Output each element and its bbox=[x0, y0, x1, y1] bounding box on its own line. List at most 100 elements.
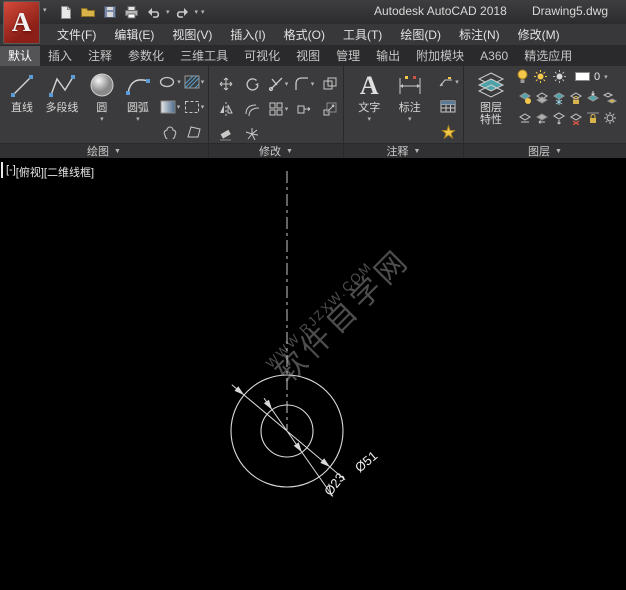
viewport-visual-style-control[interactable]: [二维线框] bbox=[44, 164, 94, 180]
boundary-dropdown-arrow[interactable]: ▾ bbox=[201, 103, 205, 111]
match-layer-button[interactable] bbox=[601, 88, 618, 108]
layer-walk-button[interactable] bbox=[516, 108, 533, 128]
tab-default[interactable]: 默认 bbox=[0, 46, 40, 66]
tab-parametric[interactable]: 参数化 bbox=[120, 46, 172, 66]
circle-dropdown-arrow[interactable]: ▾ bbox=[100, 114, 104, 126]
layer-previous-button[interactable] bbox=[533, 108, 550, 128]
redo-button[interactable] bbox=[173, 3, 192, 22]
text-dropdown-arrow[interactable]: ▾ bbox=[367, 114, 371, 126]
menu-format[interactable]: 格式(O) bbox=[275, 24, 334, 46]
tab-view[interactable]: 视图 bbox=[288, 46, 328, 66]
tab-3d-tools[interactable]: 三维工具 bbox=[172, 46, 236, 66]
application-menu-arrow[interactable]: ▾ bbox=[43, 6, 47, 14]
layer-lock-button[interactable] bbox=[567, 88, 584, 108]
arc-dropdown-arrow[interactable]: ▾ bbox=[136, 114, 140, 126]
gradient-dropdown-arrow[interactable]: ▾ bbox=[177, 103, 181, 111]
bulb-icon[interactable] bbox=[516, 69, 529, 84]
leader-dropdown-arrow[interactable]: ▾ bbox=[455, 78, 459, 86]
wipeout-button[interactable] bbox=[182, 119, 206, 144]
markup-button[interactable] bbox=[435, 119, 461, 144]
trim-dropdown-arrow[interactable]: ▾ bbox=[285, 80, 289, 88]
menu-tools[interactable]: 工具(T) bbox=[334, 24, 391, 46]
tab-annotate[interactable]: 注释 bbox=[80, 46, 120, 66]
circle-button[interactable]: 圆 ▾ bbox=[84, 69, 120, 126]
line-button[interactable]: 直线 bbox=[4, 69, 40, 114]
dimension-outer[interactable]: Ø51 bbox=[232, 385, 381, 480]
layers-panel-expand-arrow[interactable]: ▼ bbox=[555, 148, 562, 155]
menu-insert[interactable]: 插入(I) bbox=[221, 24, 274, 46]
modify-panel-expand-arrow[interactable]: ▼ bbox=[286, 148, 293, 155]
layer-delete-button[interactable] bbox=[567, 108, 584, 128]
save-button[interactable] bbox=[100, 3, 119, 22]
ellipse-dropdown-arrow[interactable]: ▾ bbox=[177, 78, 181, 86]
fillet-dropdown-arrow[interactable]: ▾ bbox=[311, 80, 315, 88]
undo-button[interactable] bbox=[144, 3, 163, 22]
gradient-button[interactable]: ▾ bbox=[158, 94, 182, 119]
tab-output[interactable]: 输出 bbox=[368, 46, 408, 66]
leader-button[interactable]: ▾ bbox=[435, 69, 461, 94]
annotate-panel-expand-arrow[interactable]: ▼ bbox=[414, 148, 421, 155]
trim-button[interactable]: ▾ bbox=[265, 71, 291, 96]
layer-freeze-button[interactable] bbox=[550, 88, 567, 108]
dimension-button[interactable]: 标注 ▾ bbox=[393, 69, 428, 126]
layer-off-button[interactable] bbox=[516, 88, 533, 108]
annotation-sun-icon[interactable] bbox=[552, 69, 567, 84]
menu-modify[interactable]: 修改(M) bbox=[509, 24, 569, 46]
fillet-button[interactable]: ▾ bbox=[291, 71, 317, 96]
open-file-button[interactable] bbox=[78, 3, 97, 22]
modify-panel-footer[interactable]: 修改 ▼ bbox=[209, 143, 343, 158]
tab-add-ins[interactable]: 附加模块 bbox=[408, 46, 472, 66]
application-menu-button[interactable]: A bbox=[3, 1, 40, 44]
menu-draw[interactable]: 绘图(D) bbox=[391, 24, 450, 46]
move-button[interactable] bbox=[213, 71, 239, 96]
layer-merge-button[interactable] bbox=[550, 108, 567, 128]
text-button[interactable]: A 文字 ▾ bbox=[352, 69, 387, 126]
plot-button[interactable] bbox=[122, 3, 141, 22]
layers-panel-footer[interactable]: 图层 ▼ bbox=[464, 143, 626, 158]
model-space-canvas[interactable]: [-] [俯视] [二维线框] 软件自学网 WWW.RJZXW.COM Ø51 bbox=[0, 158, 626, 590]
layer-selector[interactable]: 0 ▾ bbox=[575, 71, 608, 83]
array-dropdown-arrow[interactable]: ▾ bbox=[285, 105, 289, 113]
arc-button[interactable]: 圆弧 ▾ bbox=[120, 69, 156, 126]
tab-insert[interactable]: 插入 bbox=[40, 46, 80, 66]
offset-button[interactable] bbox=[239, 96, 265, 121]
layer-dropdown-arrow[interactable]: ▾ bbox=[604, 73, 608, 81]
revision-cloud-button[interactable] bbox=[158, 119, 182, 144]
viewport-view-control[interactable]: [俯视] bbox=[16, 164, 44, 180]
undo-dropdown-arrow[interactable]: ▾ bbox=[166, 8, 170, 16]
redo-dropdown-arrow[interactable]: ▾ bbox=[195, 8, 199, 16]
draw-panel-footer[interactable]: 绘图 ▼ bbox=[0, 143, 208, 158]
hatch-button[interactable]: ▾ bbox=[182, 69, 206, 94]
dimension-dropdown-arrow[interactable]: ▾ bbox=[408, 114, 412, 126]
ellipse-button[interactable]: ▾ bbox=[158, 69, 182, 94]
tab-visualize[interactable]: 可视化 bbox=[236, 46, 288, 66]
scale-button[interactable] bbox=[317, 96, 343, 121]
viewport-menu-control[interactable]: [-] bbox=[6, 164, 16, 180]
mirror-button[interactable] bbox=[213, 96, 239, 121]
new-file-button[interactable] bbox=[56, 3, 75, 22]
layer-isolate-button[interactable] bbox=[533, 88, 550, 108]
make-current-button[interactable] bbox=[584, 88, 601, 108]
stretch-button[interactable] bbox=[291, 96, 317, 121]
sun-icon[interactable] bbox=[533, 69, 548, 84]
menu-edit[interactable]: 编辑(E) bbox=[105, 24, 163, 46]
table-button[interactable] bbox=[435, 94, 461, 119]
menu-file[interactable]: 文件(F) bbox=[48, 24, 105, 46]
tab-manage[interactable]: 管理 bbox=[328, 46, 368, 66]
rotate-button[interactable] bbox=[239, 71, 265, 96]
qat-customize-arrow[interactable]: ▾ bbox=[201, 8, 205, 16]
boundary-button[interactable]: ▾ bbox=[182, 94, 206, 119]
copy-button[interactable] bbox=[317, 71, 343, 96]
tab-featured-apps[interactable]: 精选应用 bbox=[516, 46, 580, 66]
draw-panel-expand-arrow[interactable]: ▼ bbox=[114, 148, 121, 155]
menu-dimension[interactable]: 标注(N) bbox=[450, 24, 509, 46]
annotate-panel-footer[interactable]: 注释 ▼ bbox=[344, 143, 463, 158]
hatch-dropdown-arrow[interactable]: ▾ bbox=[201, 78, 205, 86]
array-button[interactable]: ▾ bbox=[265, 96, 291, 121]
tab-a360[interactable]: A360 bbox=[472, 46, 516, 66]
lock-fade-button[interactable] bbox=[584, 108, 601, 128]
layer-properties-button[interactable]: 图层 特性 bbox=[470, 69, 512, 126]
polyline-button[interactable]: 多段线 bbox=[40, 69, 84, 114]
menu-view[interactable]: 视图(V) bbox=[163, 24, 221, 46]
layer-settings-button[interactable] bbox=[601, 108, 618, 128]
